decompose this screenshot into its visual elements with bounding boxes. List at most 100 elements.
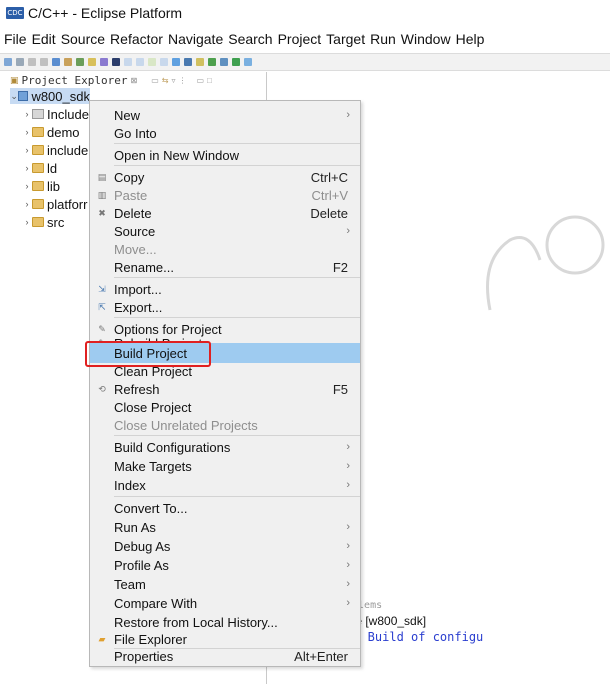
target-icon[interactable] <box>88 58 96 66</box>
tree-item-demo[interactable]: › demo <box>22 124 80 140</box>
menu-item-rename[interactable]: Rename... F2 <box>90 257 360 277</box>
folder-icon <box>32 181 44 191</box>
tree-item-ld[interactable]: › ld <box>22 160 58 176</box>
menu-separator <box>114 277 360 278</box>
chevron-right-icon[interactable]: › <box>22 181 32 191</box>
chevron-right-icon: › <box>346 225 350 237</box>
folder-icon <box>32 163 44 173</box>
menu-help[interactable]: Help <box>456 31 485 47</box>
menu-edit[interactable]: Edit <box>32 31 56 47</box>
menu-item-close-project[interactable]: Close Project <box>90 397 360 417</box>
save-icon[interactable] <box>16 58 24 66</box>
project-explorer-title: Project Explorer <box>21 73 128 87</box>
menu-item-compare-with[interactable]: Compare With › <box>90 593 360 613</box>
run-icon[interactable] <box>208 58 216 66</box>
menu-refactor[interactable]: Refactor <box>110 31 163 47</box>
tree-project-w800-sdk[interactable]: ⌄ w800_sdk <box>10 88 90 104</box>
options-icon: ✎ <box>98 323 106 334</box>
run-config-icon[interactable] <box>220 58 228 66</box>
menu-item-properties[interactable]: Properties Alt+Enter <box>90 646 360 666</box>
menu-item-profile-as[interactable]: Profile As › <box>90 555 360 575</box>
menu-window[interactable]: Window <box>401 31 451 47</box>
chevron-right-icon[interactable]: › <box>22 145 32 155</box>
link-editor-icon[interactable]: ⇆ <box>162 76 169 85</box>
chevron-right-icon: › <box>346 597 350 609</box>
import-icon: ⇲ <box>98 283 106 294</box>
terminal-icon[interactable] <box>112 58 120 66</box>
menu-item-import[interactable]: ⇲ Import... <box>90 279 360 299</box>
menu-item-build-configurations[interactable]: Build Configurations › <box>90 437 360 457</box>
context-menu: New › Go Into Open in New Window ▤ Copy … <box>89 100 361 667</box>
project-explorer-tab[interactable]: ▣ Project Explorer ⊠ ▭ ⇆ ▿ ⋮ ▭ □ <box>8 72 266 88</box>
menubar: File Edit Source Refactor Navigate Searc… <box>0 28 485 50</box>
minimize-icon[interactable]: ▭ <box>196 76 204 85</box>
menu-file[interactable]: File <box>4 31 27 47</box>
open-type-icon[interactable] <box>172 58 180 66</box>
menu-item-source[interactable]: Source › <box>90 221 360 241</box>
chevron-down-icon[interactable]: ⌄ <box>10 91 18 102</box>
close-tab-icon[interactable]: ⊠ <box>130 76 137 85</box>
window-titlebar: CDC C/C++ - Eclipse Platform <box>0 0 610 26</box>
folder-icon <box>32 217 44 227</box>
chevron-right-icon[interactable]: › <box>22 163 32 173</box>
download-icon[interactable] <box>100 58 108 66</box>
menu-separator <box>114 143 360 144</box>
open-task-icon[interactable] <box>184 58 192 66</box>
save-all-icon[interactable] <box>28 58 36 66</box>
view-menu-icon[interactable]: ⋮ <box>178 76 186 85</box>
menu-navigate[interactable]: Navigate <box>168 31 223 47</box>
chevron-right-icon[interactable]: › <box>22 217 32 227</box>
main-toolbar <box>0 53 610 71</box>
export-icon: ⇱ <box>98 301 106 312</box>
profile-icon[interactable] <box>232 58 240 66</box>
folder-icon <box>32 199 44 209</box>
menu-source[interactable]: Source <box>61 31 105 47</box>
suspend-icon[interactable] <box>160 58 168 66</box>
menu-search[interactable]: Search <box>228 31 272 47</box>
skip-icon[interactable] <box>124 58 132 66</box>
menu-item-go-into[interactable]: Go Into <box>90 123 360 143</box>
menu-run[interactable]: Run <box>370 31 396 47</box>
chevron-right-icon[interactable]: › <box>22 127 32 137</box>
external-tools-icon[interactable] <box>244 58 252 66</box>
menu-item-refresh[interactable]: ⟲ Refresh F5 <box>90 379 360 399</box>
tree-item-lib[interactable]: › lib <box>22 178 61 194</box>
tree-item-include[interactable]: › Include <box>22 106 89 122</box>
menu-item-run-as[interactable]: Run As › <box>90 517 360 537</box>
menu-separator <box>114 317 360 318</box>
menu-item-debug-as[interactable]: Debug As › <box>90 536 360 556</box>
debug-icon[interactable] <box>76 58 84 66</box>
menu-item-copy[interactable]: ▤ Copy Ctrl+C <box>90 167 360 187</box>
tree-item-label: lib <box>47 178 61 194</box>
resume-icon[interactable] <box>148 58 156 66</box>
menu-item-convert-to[interactable]: Convert To... <box>90 498 360 518</box>
menu-project[interactable]: Project <box>278 31 322 47</box>
menu-item-new[interactable]: New › <box>90 105 360 125</box>
new-icon[interactable] <box>4 58 12 66</box>
filter-icon[interactable]: ▿ <box>171 76 175 85</box>
tree-item-include-folder[interactable]: › include <box>22 142 89 158</box>
menu-item-delete[interactable]: ✖ Delete Delete <box>90 203 360 223</box>
folder-icon <box>32 127 44 137</box>
tree-item-platform[interactable]: › platforr <box>22 196 88 212</box>
menu-item-move[interactable]: Move... <box>90 239 360 259</box>
maximize-icon[interactable]: □ <box>207 76 212 85</box>
collapse-all-icon[interactable]: ▭ <box>151 76 159 85</box>
menu-item-paste[interactable]: ▥ Paste Ctrl+V <box>90 185 360 205</box>
menu-item-close-unrelated-projects[interactable]: Close Unrelated Projects <box>90 415 360 435</box>
menu-item-export[interactable]: ⇱ Export... <box>90 297 360 317</box>
console-build-line: ** Build of configu <box>346 630 484 644</box>
chevron-right-icon[interactable]: › <box>22 199 32 209</box>
hammer-icon[interactable] <box>64 58 72 66</box>
chevron-right-icon[interactable]: › <box>22 109 32 119</box>
menu-target[interactable]: Target <box>326 31 365 47</box>
tree-item-src[interactable]: › src <box>22 214 65 230</box>
search-icon[interactable] <box>196 58 204 66</box>
build-icon[interactable] <box>52 58 60 66</box>
step-icon[interactable] <box>136 58 144 66</box>
menu-item-team[interactable]: Team › <box>90 574 360 594</box>
menu-item-make-targets[interactable]: Make Targets › <box>90 456 360 476</box>
menu-item-index[interactable]: Index › <box>90 475 360 495</box>
menu-item-open-new-window[interactable]: Open in New Window <box>90 145 360 165</box>
print-icon[interactable] <box>40 58 48 66</box>
